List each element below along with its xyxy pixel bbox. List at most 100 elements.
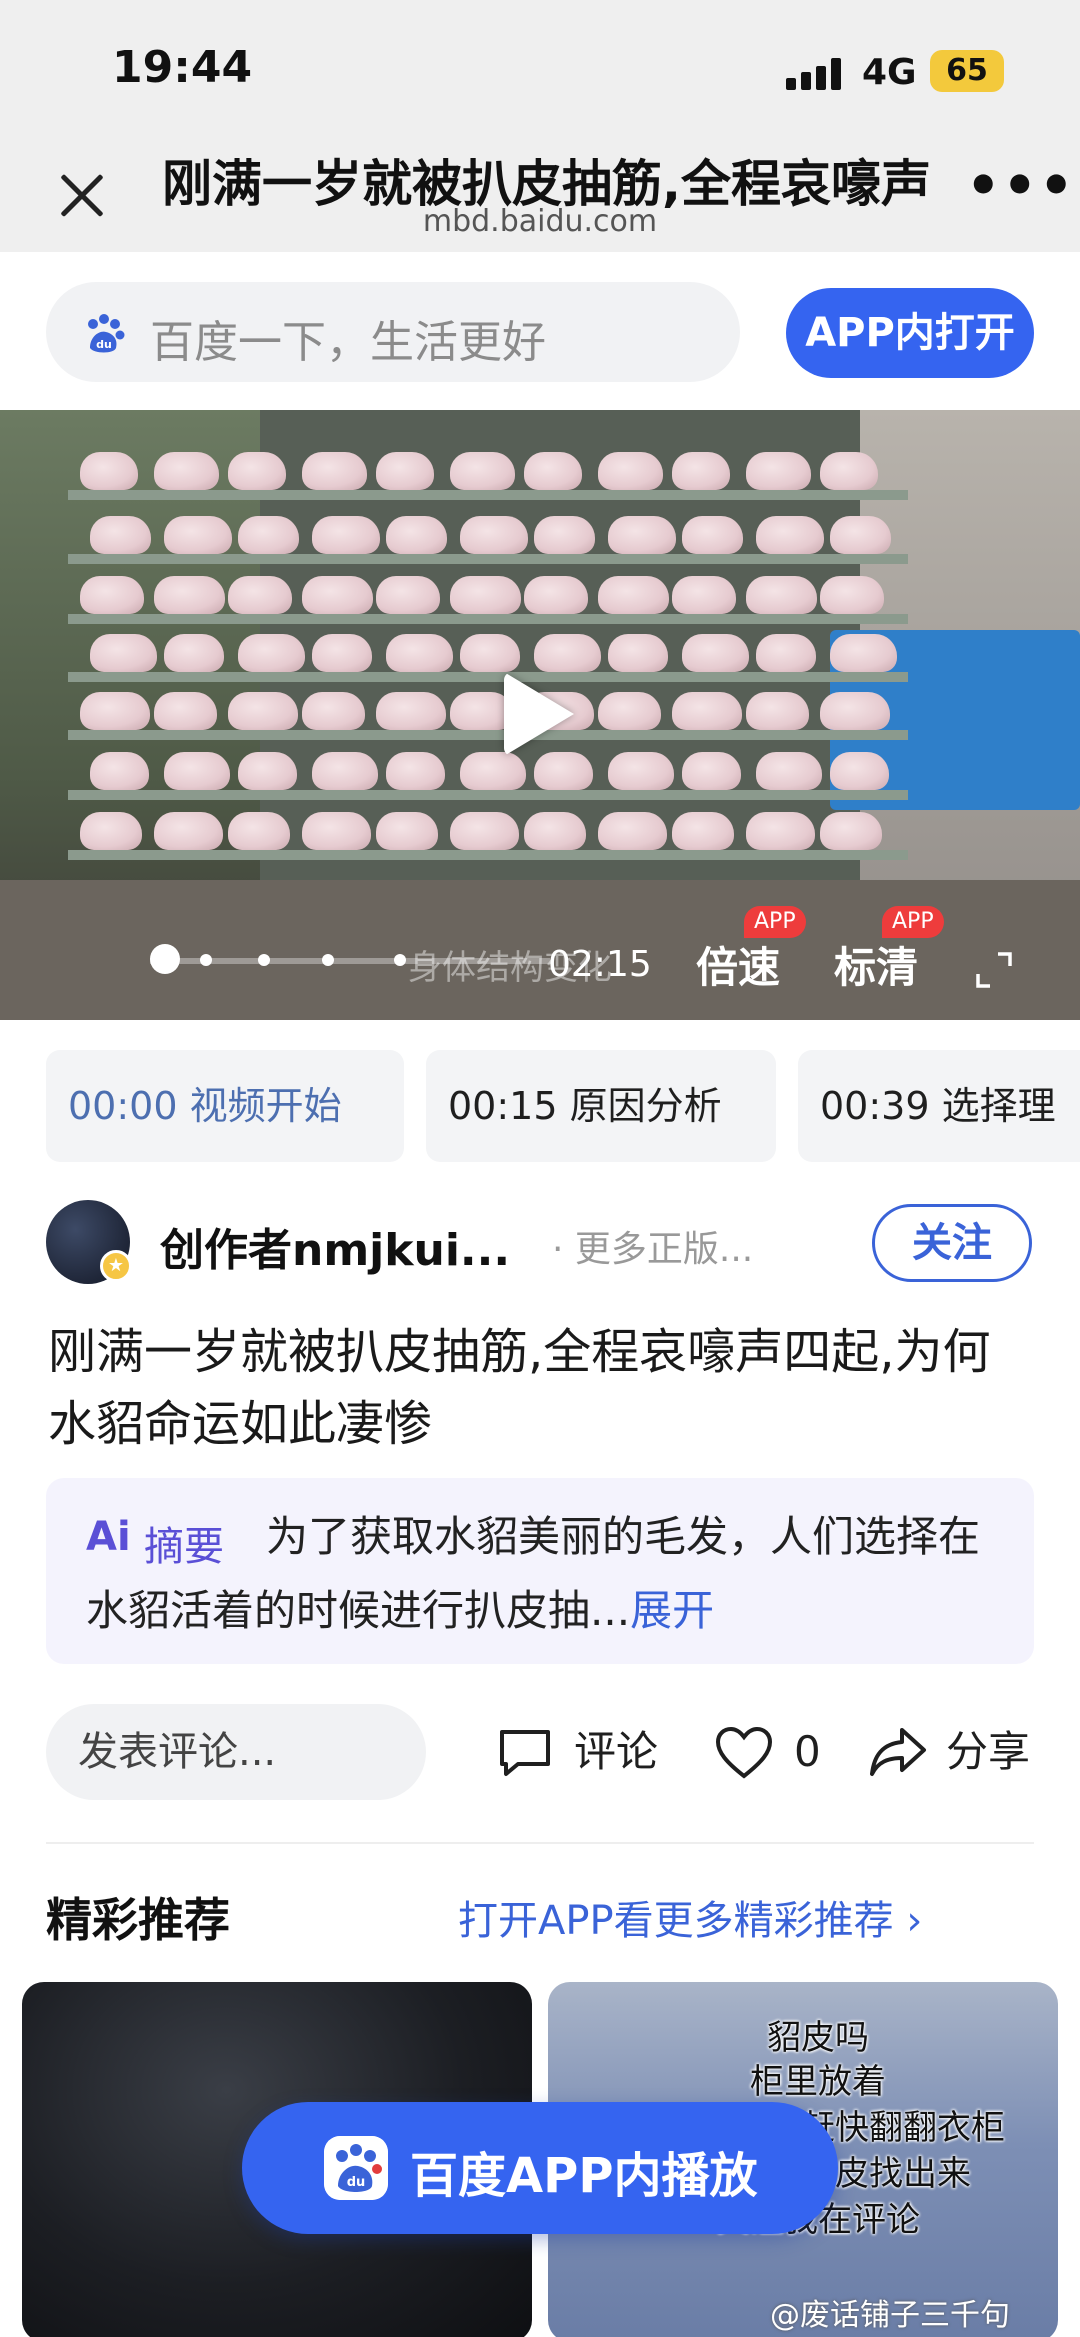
pelt-shape — [154, 692, 217, 730]
pelt-shape — [672, 692, 742, 730]
pelt-shape — [682, 516, 743, 554]
pelt-shape — [534, 516, 595, 554]
expand-button[interactable]: 展开 — [630, 1586, 714, 1635]
play-in-app-label: 百度APP内播放 — [410, 2148, 758, 2204]
pelt-shape — [598, 576, 669, 614]
pelt-shape — [450, 576, 521, 614]
pelt-shape — [820, 576, 884, 614]
pelt-shape — [746, 692, 809, 730]
pelt-shape — [608, 752, 674, 790]
pelt-shape — [228, 812, 290, 850]
pelt-shape — [524, 812, 586, 850]
summary-text: 为了获取水貂美丽的毛发，人们选择在水貂活着的时候进行扒皮抽...展开 — [86, 1512, 981, 1635]
pelt-shape — [682, 634, 749, 672]
pelt-shape — [154, 812, 223, 850]
pelt-shape — [746, 812, 815, 850]
speed-button[interactable]: 倍速 — [696, 934, 780, 995]
video-duration: 02:15 — [548, 944, 652, 985]
title-bar: 刚满一岁就被扒皮抽筋,全程哀嚎声四起,为何水貂命运如此凄惨 mbd.baidu.… — [0, 110, 1080, 252]
pelt-shape — [164, 634, 224, 672]
signal-icon — [786, 58, 846, 90]
author-row: ★ 创作者nmjkui... · 更多正版... 关注 — [0, 1190, 1080, 1300]
pelt-shape — [90, 634, 157, 672]
pelt-shape — [238, 516, 299, 554]
pelt-shape — [386, 634, 453, 672]
pelt-shape — [830, 752, 889, 790]
pelt-shape — [312, 752, 378, 790]
follow-button[interactable]: 关注 — [872, 1204, 1032, 1282]
comment-button[interactable]: 评论 — [496, 1700, 666, 1804]
pelt-shape — [524, 452, 582, 490]
open-in-app-button[interactable]: APP内打开 — [786, 288, 1034, 378]
pelt-shape — [756, 752, 822, 790]
rack-shelf — [68, 672, 908, 682]
heart-icon — [715, 1726, 773, 1779]
pelt-shape — [302, 692, 365, 730]
share-button[interactable]: 分享 — [868, 1700, 1048, 1804]
pelt-shape — [756, 516, 824, 554]
pelt-shape — [460, 752, 526, 790]
play-icon[interactable] — [504, 672, 574, 756]
pelt-shape — [376, 452, 434, 490]
progress-knob[interactable] — [150, 944, 180, 974]
recommend-more-link[interactable]: 打开APP看更多精彩推荐 › — [458, 1888, 922, 1946]
search-input[interactable]: du 百度一下，生活更好 — [46, 282, 740, 382]
pelt-shape — [598, 812, 667, 850]
pelt-shape — [534, 634, 601, 672]
pelt-shape — [820, 812, 882, 850]
quality-app-badge: APP — [882, 906, 944, 938]
pelt-shape — [830, 516, 891, 554]
fullscreen-icon[interactable] — [974, 950, 1014, 990]
author-name[interactable]: 创作者nmjkui... — [160, 1214, 510, 1278]
author-extra: · 更多正版... — [552, 1229, 754, 1270]
verified-badge-icon: ★ — [100, 1250, 132, 1282]
chapter-item[interactable]: 00:15 原因分析 — [426, 1050, 776, 1162]
speed-app-badge: APP — [744, 906, 806, 938]
rack-shelf — [68, 554, 908, 564]
chapter-marker — [258, 954, 270, 966]
more-menu-button[interactable]: ••• — [966, 154, 1076, 217]
pelt-shape — [80, 576, 144, 614]
share-icon — [870, 1728, 926, 1776]
pelt-shape — [80, 692, 150, 730]
baidu-paw-icon: du — [88, 314, 125, 353]
pelt-shape — [90, 516, 151, 554]
search-placeholder: 百度一下，生活更好 — [150, 317, 546, 368]
pelt-shape — [386, 516, 447, 554]
pelt-shape — [154, 452, 219, 490]
pelt-shape — [80, 452, 138, 490]
pelt-shape — [534, 752, 593, 790]
pelt-shape — [228, 692, 298, 730]
network-type: 4G — [862, 52, 917, 93]
pelt-shape — [90, 752, 149, 790]
pelt-shape — [672, 576, 736, 614]
pelt-shape — [164, 516, 232, 554]
chapter-item[interactable]: 00:39 选择理 — [798, 1050, 1080, 1162]
card-caption-line: 貂皮吗 — [767, 2018, 869, 2058]
pelt-shape — [450, 812, 519, 850]
comment-input[interactable]: 发表评论... — [46, 1704, 426, 1800]
action-row: 发表评论... 评论 0 分享 — [0, 1700, 1080, 1804]
ai-summary[interactable]: Ai 摘要 为了获取水貂美丽的毛发，人们选择在水貂活着的时候进行扒皮抽...展开 — [46, 1478, 1034, 1664]
like-button[interactable]: 0 — [714, 1700, 834, 1804]
play-in-app-button[interactable]: du 百度APP内播放 — [242, 2102, 838, 2234]
pelt-shape — [376, 576, 440, 614]
chapter-marker — [200, 954, 212, 966]
video-title: 刚满一岁就被扒皮抽筋,全程哀嚎声四起,为何水貂命运如此凄惨 — [48, 1324, 991, 1452]
pelt-shape — [238, 634, 305, 672]
pelt-shape — [228, 452, 286, 490]
chapter-item[interactable]: 00:00 视频开始 — [46, 1050, 404, 1162]
pelt-shape — [302, 452, 367, 490]
svg-text:du: du — [347, 2175, 366, 2190]
pelt-shape — [302, 576, 373, 614]
pelt-shape — [228, 576, 292, 614]
quality-button[interactable]: 标清 — [834, 934, 918, 995]
video-player[interactable]: 身体结构变化 02:15 倍速 APP 标清 APP — [0, 410, 1080, 1020]
pelt-shape — [312, 516, 380, 554]
pelt-shape — [460, 634, 520, 672]
pelt-shape — [376, 692, 446, 730]
page-url: mbd.baidu.com — [422, 204, 658, 239]
pelt-shape — [80, 812, 142, 850]
pelt-shape — [450, 452, 515, 490]
baidu-app-icon: du — [324, 2136, 388, 2200]
